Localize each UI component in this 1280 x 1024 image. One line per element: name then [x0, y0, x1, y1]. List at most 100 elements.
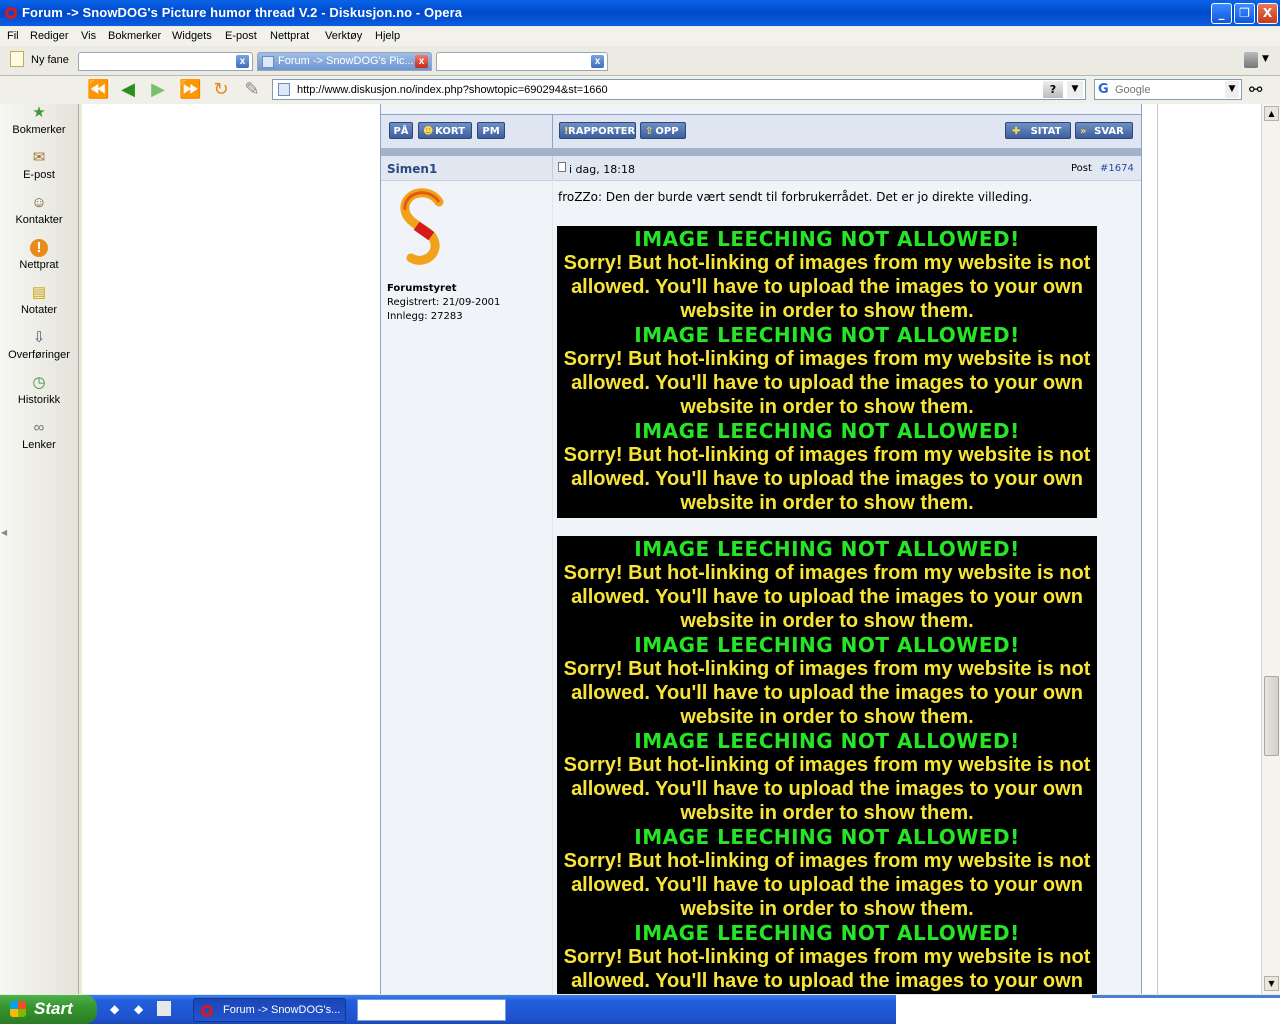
trash-icon[interactable] — [1244, 52, 1258, 68]
leech-message: Sorry! But hot-linking of images from my… — [563, 850, 1091, 920]
vertical-scrollbar[interactable]: ▲ ▼ — [1261, 104, 1280, 994]
minimize-button[interactable]: _ — [1211, 3, 1232, 24]
reload-icon[interactable]: ↻ — [210, 80, 232, 100]
panel-item-notes[interactable]: ▤ Notater — [0, 284, 78, 316]
rewind-icon[interactable]: ⏪ — [87, 80, 109, 100]
leech-image-2: IMAGE LEECHING NOT ALLOWED! Sorry! But h… — [557, 536, 1097, 994]
menu-edit[interactable]: Rediger — [30, 30, 69, 42]
avatar — [400, 188, 444, 265]
panel-item-links[interactable]: ∞ Lenker — [0, 419, 78, 451]
forward-icon[interactable]: ▶ — [147, 80, 169, 100]
menu-file[interactable]: Fil — [7, 30, 19, 42]
address-input[interactable]: http://www.diskusjon.no/index.php?showto… — [297, 84, 608, 96]
leech-message: Sorry! But hot-linking of images from my… — [563, 348, 1091, 418]
leech-headline: IMAGE LEECHING NOT ALLOWED! — [634, 825, 1020, 849]
maximize-button[interactable]: ❐ — [1234, 3, 1255, 24]
leech-message: Sorry! But hot-linking of images from my… — [563, 946, 1091, 992]
menu-widgets[interactable]: Widgets — [172, 30, 212, 42]
side-panel: ★ Bokmerker ✉ E-post ☺ Kontakter ! Nettp… — [0, 104, 79, 994]
window-title: Forum -> SnowDOG's Picture humor thread … — [22, 5, 463, 20]
user-icon: ☻ — [423, 126, 434, 137]
panel-item-contacts[interactable]: ☺ Kontakter — [0, 194, 78, 226]
menu-chat[interactable]: Nettprat — [270, 30, 309, 42]
panel-item-bookmarks[interactable]: ★ Bokmerker — [0, 104, 78, 136]
close-window-button[interactable]: X — [1257, 3, 1278, 24]
quicklaunch-icon[interactable] — [157, 1001, 171, 1016]
search-dropdown-icon[interactable]: ▼ — [1225, 81, 1239, 98]
panel-item-chat[interactable]: ! Nettprat — [0, 239, 78, 271]
tab-1[interactable]: x — [78, 52, 253, 71]
tab-close-icon[interactable]: x — [591, 55, 604, 68]
report-button[interactable]: ! RAPPORTER — [559, 122, 636, 139]
leech-headline: IMAGE LEECHING NOT ALLOWED! — [634, 729, 1020, 753]
panel-item-transfers[interactable]: ⇩ Overføringer — [0, 329, 78, 361]
search-box[interactable]: G ▼ — [1094, 79, 1242, 100]
menu-view[interactable]: Vis — [81, 30, 96, 42]
profile-card-button[interactable]: ☻ KORT — [418, 122, 472, 139]
panel-collapse-icon[interactable]: ◀ — [1, 528, 7, 537]
fast-forward-icon[interactable]: ⏩ — [179, 80, 201, 100]
panel-item-email[interactable]: ✉ E-post — [0, 149, 78, 181]
warning-icon: ! — [564, 126, 569, 137]
post-author[interactable]: Simen1 — [387, 162, 437, 176]
arrow-up-icon: ⇧ — [645, 126, 654, 137]
post-icon — [558, 162, 566, 172]
leech-message: Sorry! But hot-linking of images from my… — [563, 562, 1091, 632]
edit-icon[interactable]: ✎ — [241, 80, 263, 100]
page-icon — [262, 56, 274, 68]
menu-bookmarks[interactable]: Bokmerker — [108, 30, 161, 42]
scroll-up-icon[interactable]: ▲ — [1264, 106, 1279, 121]
leech-message: Sorry! But hot-linking of images from my… — [563, 754, 1091, 824]
google-icon: G — [1098, 82, 1109, 97]
tab-close-icon[interactable]: x — [236, 55, 249, 68]
new-tab-button[interactable]: Ny fane — [31, 54, 69, 66]
chat-icon: ! — [30, 239, 48, 257]
menu-tools[interactable]: Verktøy — [325, 30, 362, 42]
online-button[interactable]: PÅ — [389, 122, 413, 139]
address-bar[interactable]: http://www.diskusjon.no/index.php?showto… — [272, 79, 1086, 100]
quicklaunch-icon[interactable]: ◆ — [110, 1002, 119, 1016]
divider — [552, 156, 553, 180]
taskbar-item-opera[interactable]: Forum -> SnowDOG's... — [193, 998, 346, 1022]
search-input[interactable] — [1115, 82, 1223, 97]
leech-headline: IMAGE LEECHING NOT ALLOWED! — [634, 537, 1020, 561]
notes-icon: ▤ — [31, 284, 47, 301]
tab-close-icon[interactable]: x — [415, 55, 428, 68]
tab-bar: Ny fane x Forum -> SnowDOG's Pic... x x … — [0, 46, 1280, 76]
reply-button[interactable]: » SVAR — [1075, 122, 1133, 139]
post-separator — [381, 148, 1141, 156]
post-text: froZZo: Den der burde vært sendt til for… — [558, 190, 1033, 204]
window-title-bar[interactable]: Forum -> SnowDOG's Picture humor thread … — [0, 0, 1280, 26]
quote-button[interactable]: ✚ SITAT — [1005, 122, 1071, 139]
start-button[interactable]: Start — [0, 995, 97, 1024]
post-number-link[interactable]: #1674 — [1100, 163, 1134, 174]
menu-email[interactable]: E-post — [225, 30, 257, 42]
history-icon: ◷ — [32, 374, 46, 391]
quicklaunch-icon[interactable]: ◆ — [134, 1002, 143, 1016]
trash-dropdown-icon[interactable]: ▼ — [1262, 54, 1269, 64]
tab-2[interactable]: Forum -> SnowDOG's Pic... x — [257, 52, 432, 71]
tab-3[interactable]: x — [436, 52, 608, 71]
post-label: Post — [1071, 163, 1092, 174]
menu-bar: Fil Rediger Vis Bokmerker Widgets E-post… — [0, 27, 1280, 46]
up-button[interactable]: ⇧ OPP — [640, 122, 686, 139]
back-icon[interactable]: ◀ — [117, 80, 139, 100]
menu-help[interactable]: Hjelp — [375, 30, 400, 42]
scroll-thumb[interactable] — [1264, 676, 1279, 756]
help-icon[interactable]: ? — [1043, 81, 1063, 98]
scroll-down-icon[interactable]: ▼ — [1264, 976, 1279, 991]
address-dropdown-icon[interactable]: ▼ — [1067, 81, 1083, 98]
divider — [552, 180, 553, 994]
taskbar-address-box[interactable] — [357, 999, 506, 1021]
member-post-count: Innlegg: 27283 — [387, 311, 463, 322]
post-header: Simen1 i dag, 18:18 Post #1674 — [381, 156, 1141, 181]
divider — [552, 115, 553, 149]
pm-button[interactable]: PM — [477, 122, 505, 139]
post-toolbar: PÅ ☻ KORT PM ! RAPPORTER ⇧ OPP ✚ SITAT »… — [381, 114, 1141, 150]
leech-message: Sorry! But hot-linking of images from my… — [563, 658, 1091, 728]
panel-item-history[interactable]: ◷ Historikk — [0, 374, 78, 406]
new-tab-icon — [10, 51, 24, 67]
bookmarks-icon: ★ — [32, 104, 46, 121]
leech-message: Sorry! But hot-linking of images from my… — [563, 252, 1091, 322]
binoculars-icon[interactable]: ⚯ — [1249, 80, 1262, 99]
